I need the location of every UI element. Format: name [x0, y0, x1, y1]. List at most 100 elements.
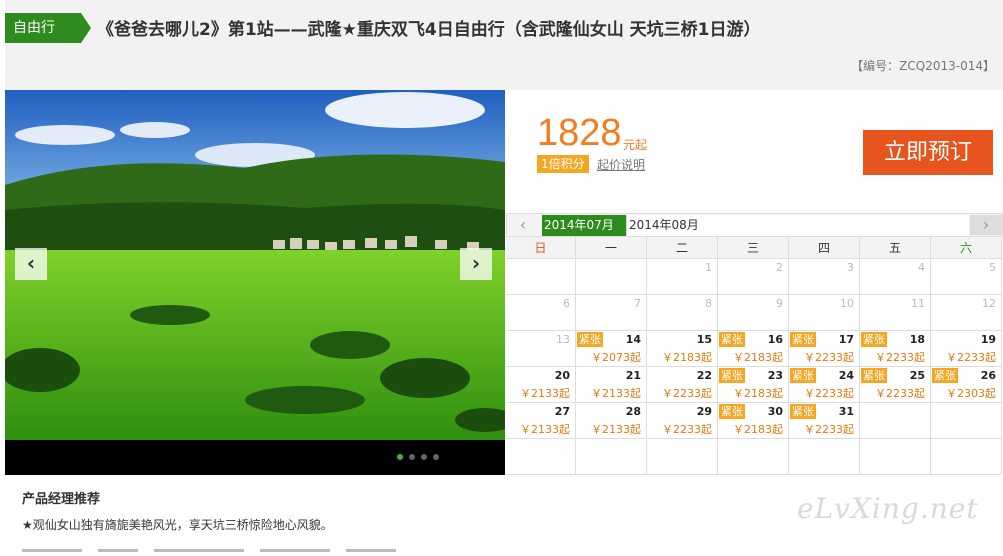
limited-seats-badge: 紧张	[719, 332, 745, 347]
price-explanation-link[interactable]: 起价说明	[597, 156, 645, 173]
gallery-dot[interactable]	[433, 454, 439, 460]
calendar-day-cell[interactable]: 紧张 31 ￥2233起	[789, 403, 860, 439]
limited-seats-badge: 紧张	[577, 332, 603, 347]
calendar-day-cell: 9	[718, 295, 789, 331]
day-price: ￥2183起	[733, 423, 783, 436]
day-number: 11	[911, 297, 925, 310]
day-price: ￥2133起	[520, 423, 570, 436]
calendar-day-cell: 13	[506, 331, 576, 367]
day-number: 7	[634, 297, 641, 310]
calendar-day-cell[interactable]: 紧张 18 ￥2233起	[860, 331, 931, 367]
day-number: 15	[696, 333, 712, 346]
weekday-header: 三	[718, 237, 789, 259]
day-number: 18	[909, 333, 925, 346]
calendar-day-cell: 11	[860, 295, 931, 331]
calendar-day-cell[interactable]: 27 ￥2133起	[506, 403, 576, 439]
day-price: ￥2233起	[804, 351, 854, 364]
gallery-dot[interactable]	[409, 454, 415, 460]
calendar-day-cell: 5	[931, 259, 1002, 295]
calendar-day-cell: 7	[576, 295, 647, 331]
product-code: 【编号：ZCQ2013-014】	[851, 59, 995, 73]
price-unit: 元起	[623, 138, 648, 152]
calendar-day-cell[interactable]: 22 ￥2233起	[647, 367, 718, 403]
day-price: ￥2233起	[875, 387, 925, 400]
product-title: 《爸爸去哪儿2》第1站——武隆★重庆双飞4日自由行（含武隆仙女山 天坑三桥1日游…	[97, 20, 761, 40]
calendar-day-cell	[506, 439, 576, 475]
day-number: 1	[705, 261, 712, 274]
limited-seats-badge: 紧张	[790, 332, 816, 347]
calendar-day-cell	[931, 403, 1002, 439]
day-number: 23	[767, 369, 783, 382]
month-tab-august[interactable]: 2014年08月	[626, 215, 969, 236]
limited-seats-badge: 紧张	[719, 404, 745, 419]
chevron-right-icon: ›	[982, 215, 990, 234]
day-number: 8	[705, 297, 712, 310]
calendar-day-cell	[576, 259, 647, 295]
weekday-header: 日	[506, 237, 576, 259]
limited-seats-badge: 紧张	[861, 332, 887, 347]
calendar-day-cell[interactable]: 紧张 24 ￥2233起	[789, 367, 860, 403]
photo-gallery: ‹ ›	[5, 90, 505, 475]
weekday-header: 六	[931, 237, 1002, 259]
calendar-day-cell[interactable]: 19 ￥2233起	[931, 331, 1002, 367]
day-number: 27	[554, 405, 570, 418]
meadow-landscape-image	[5, 90, 505, 440]
day-number: 2	[776, 261, 783, 274]
site-logo-watermark: eLvXing.net	[797, 492, 979, 525]
limited-seats-badge: 紧张	[790, 368, 816, 383]
product-type-tag: 自由行	[5, 13, 91, 43]
calendar-day-cell[interactable]: 15 ￥2183起	[647, 331, 718, 367]
chevron-right-icon: ›	[471, 251, 481, 275]
calendar-day-cell	[647, 439, 718, 475]
calendar-day-cell[interactable]: 紧张 17 ￥2233起	[789, 331, 860, 367]
calendar-day-cell	[718, 439, 789, 475]
calendar-next-button[interactable]: ›	[970, 215, 1002, 235]
gallery-dot[interactable]	[397, 454, 403, 460]
limited-seats-badge: 紧张	[719, 368, 745, 383]
day-price: ￥2133起	[591, 423, 641, 436]
day-price: ￥2233起	[804, 387, 854, 400]
day-number: 14	[625, 333, 641, 346]
calendar-month-nav: ‹ 2014年07月 2014年08月 ›	[506, 213, 1003, 237]
recommend-line: ★观仙女山独有旖旎美艳风光，享天坑三桥惊险地心风貌。	[22, 518, 333, 532]
calendar-day-cell[interactable]: 紧张 23 ￥2183起	[718, 367, 789, 403]
calendar-day-cell[interactable]: 紧张 25 ￥2233起	[860, 367, 931, 403]
day-price: ￥2233起	[804, 423, 854, 436]
calendar-day-cell	[506, 259, 576, 295]
calendar-day-cell[interactable]: 紧张 16 ￥2183起	[718, 331, 789, 367]
calendar-day-cell[interactable]: 20 ￥2133起	[506, 367, 576, 403]
calendar-day-cell	[789, 439, 860, 475]
calendar-day-cell[interactable]: 紧张 14 ￥2073起	[576, 331, 647, 367]
calendar-day-cell[interactable]: 21 ￥2133起	[576, 367, 647, 403]
gallery-next-button[interactable]: ›	[460, 248, 492, 280]
day-number: 5	[989, 261, 996, 274]
day-number: 24	[838, 369, 854, 382]
day-number: 22	[696, 369, 712, 382]
calendar-day-cell: 2	[718, 259, 789, 295]
day-number: 9	[776, 297, 783, 310]
calendar-day-cell[interactable]: 29 ￥2233起	[647, 403, 718, 439]
day-price: ￥2183起	[733, 351, 783, 364]
day-number: 13	[556, 333, 570, 346]
calendar-day-cell: 8	[647, 295, 718, 331]
month-tab-july[interactable]: 2014年07月	[542, 215, 626, 236]
day-number: 25	[909, 369, 925, 382]
limited-seats-badge: 紧张	[790, 404, 816, 419]
calendar-day-cell[interactable]: 紧张 30 ￥2183起	[718, 403, 789, 439]
limited-seats-badge: 紧张	[932, 368, 958, 383]
day-number: 12	[982, 297, 996, 310]
day-number: 31	[838, 405, 854, 418]
calendar-day-cell: 12	[931, 295, 1002, 331]
day-price: ￥2073起	[591, 351, 641, 364]
chevron-left-icon: ‹	[26, 251, 36, 275]
calendar-day-cell[interactable]: 28 ￥2133起	[576, 403, 647, 439]
day-number: 16	[767, 333, 783, 346]
calendar-day-cell[interactable]: 紧张 26 ￥2303起	[931, 367, 1002, 403]
day-number: 3	[847, 261, 854, 274]
calendar-prev-button[interactable]: ‹	[507, 215, 539, 235]
book-now-button[interactable]: 立即预订	[863, 130, 993, 175]
day-number: 30	[767, 405, 783, 418]
day-price: ￥2233起	[875, 351, 925, 364]
gallery-prev-button[interactable]: ‹	[15, 248, 47, 280]
gallery-dot[interactable]	[421, 454, 427, 460]
